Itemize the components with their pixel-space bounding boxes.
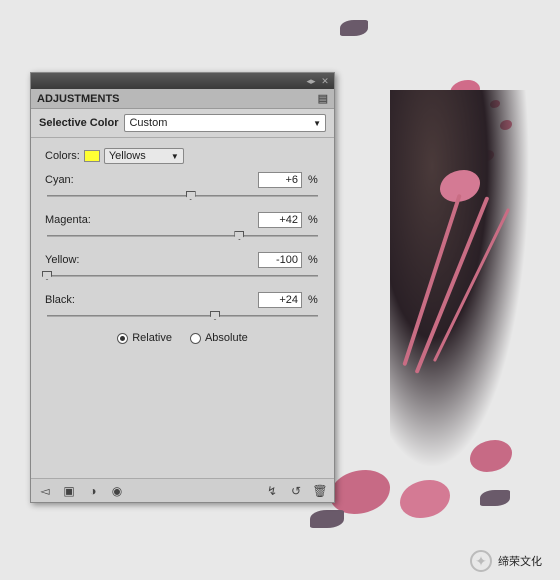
percent-label: % (308, 294, 320, 306)
slider-label: Magenta: (45, 214, 252, 226)
slider-thumb[interactable] (234, 231, 244, 240)
percent-label: % (308, 214, 320, 226)
radio-dot-icon (117, 333, 128, 344)
slider-group: Yellow: -100% (45, 252, 320, 282)
colors-label: Colors: (45, 150, 80, 162)
adjustment-header: Selective Color Custom ▼ (31, 109, 334, 138)
slider-track[interactable] (47, 310, 318, 322)
slider-value[interactable]: +24 (258, 292, 302, 308)
watermark: ✦ 缔荣文化 (470, 550, 542, 572)
panel-body: Colors: Yellows ▼ Cyan:+6%Magenta:+42%Ye… (31, 138, 334, 478)
colors-row: Colors: Yellows ▼ (45, 148, 320, 164)
radio-label: Relative (132, 332, 172, 344)
slider-group: Magenta: +42% (45, 212, 320, 242)
panel-titlebar[interactable]: ◂▸ ✕ (31, 73, 334, 89)
slider-track[interactable] (47, 230, 318, 242)
slider-value[interactable]: -100 (258, 252, 302, 268)
preset-value: Custom (129, 117, 167, 129)
trash-icon[interactable]: 🗑 (312, 483, 328, 499)
percent-label: % (308, 174, 320, 186)
radio-absolute[interactable]: Absolute (190, 332, 248, 344)
slider-group: Black: +24% (45, 292, 320, 322)
panel-tab[interactable]: ADJUSTMENTS ▤ (31, 89, 334, 109)
chevron-down-icon: ▼ (313, 119, 321, 128)
colors-value: Yellows (109, 150, 146, 162)
slider-track[interactable] (47, 190, 318, 202)
tab-label: ADJUSTMENTS (37, 93, 120, 105)
reset-icon[interactable]: ↺ (288, 483, 304, 499)
radio-relative[interactable]: Relative (117, 332, 172, 344)
slider-value[interactable]: +6 (258, 172, 302, 188)
slider-label: Black: (45, 294, 252, 306)
chevron-down-icon: ▼ (171, 152, 179, 161)
collapse-icon[interactable]: ◂▸ (306, 76, 316, 86)
slider-thumb[interactable] (210, 311, 220, 320)
slider-thumb[interactable] (42, 271, 52, 280)
eye-icon[interactable]: ◉ (109, 483, 125, 499)
slider-label: Yellow: (45, 254, 252, 266)
slider-track[interactable] (47, 270, 318, 282)
slider-value[interactable]: +42 (258, 212, 302, 228)
preset-dropdown[interactable]: Custom ▼ (124, 114, 326, 132)
mode-row: Relative Absolute (45, 332, 320, 350)
adjustment-title: Selective Color (39, 117, 118, 129)
expand-icon[interactable]: ▣ (61, 483, 77, 499)
back-icon[interactable]: ◅ (37, 483, 53, 499)
color-swatch (84, 150, 100, 162)
percent-label: % (308, 254, 320, 266)
panel-footer: ◅ ▣ ◑ ◉ ↯ ↺ 🗑 (31, 478, 334, 502)
colors-dropdown[interactable]: Yellows ▼ (104, 148, 184, 164)
watermark-icon: ✦ (470, 550, 492, 572)
radio-label: Absolute (205, 332, 248, 344)
close-icon[interactable]: ✕ (320, 76, 330, 86)
mask-icon[interactable]: ◑ (85, 483, 101, 499)
panel-menu-icon[interactable]: ▤ (318, 92, 328, 105)
adjustments-panel: ◂▸ ✕ ADJUSTMENTS ▤ Selective Color Custo… (30, 72, 335, 503)
radio-dot-icon (190, 333, 201, 344)
slider-group: Cyan: +6% (45, 172, 320, 202)
slider-label: Cyan: (45, 174, 252, 186)
slider-thumb[interactable] (186, 191, 196, 200)
watermark-text: 缔荣文化 (498, 553, 542, 569)
clip-icon[interactable]: ↯ (264, 483, 280, 499)
